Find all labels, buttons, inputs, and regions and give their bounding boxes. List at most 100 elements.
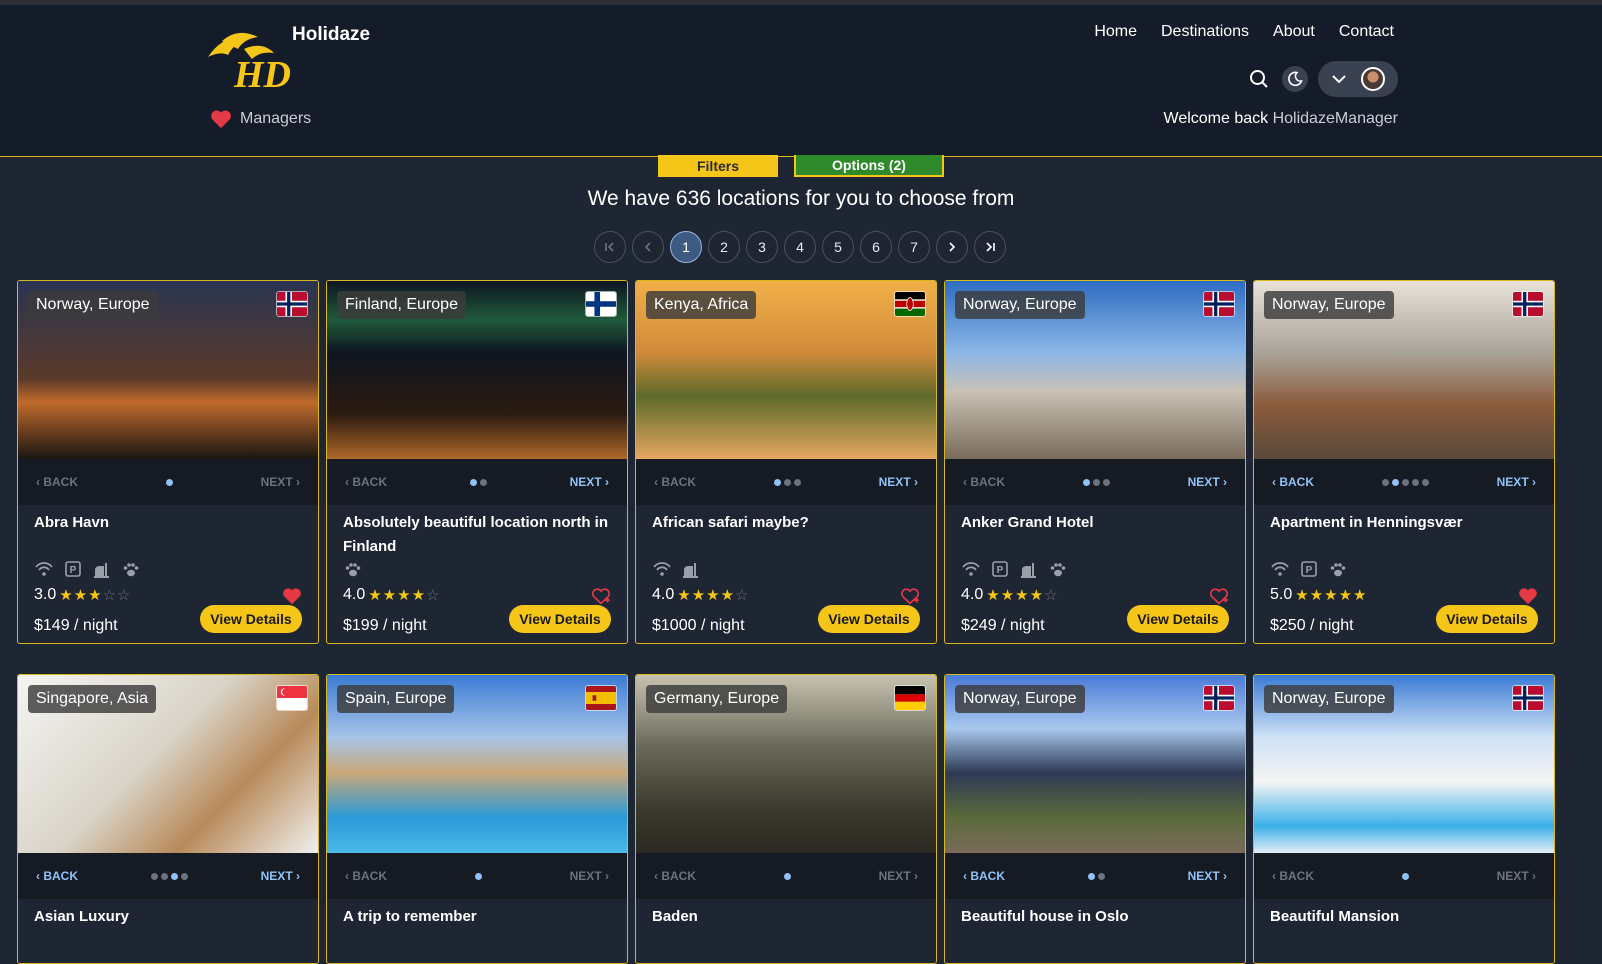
venue-card[interactable]: Norway, Europe ‹ BACK NEXT › Beautiful h… bbox=[944, 674, 1246, 964]
carousel-dot[interactable] bbox=[1401, 478, 1409, 486]
carousel-dot[interactable] bbox=[1401, 872, 1409, 880]
carousel-back-button[interactable]: ‹ BACK bbox=[345, 475, 387, 489]
venue-card[interactable]: Norway, Europe ‹ BACK NEXT › Abra Havn P… bbox=[17, 280, 319, 644]
wifi-icon bbox=[653, 562, 671, 576]
prev-page-button[interactable] bbox=[632, 231, 664, 263]
carousel-next-button[interactable]: NEXT › bbox=[261, 869, 300, 883]
venue-title[interactable]: Beautiful house in Oslo bbox=[961, 905, 1231, 929]
carousel-dot[interactable] bbox=[1092, 478, 1100, 486]
carousel-dot[interactable] bbox=[170, 872, 178, 880]
carousel-back-button[interactable]: ‹ BACK bbox=[36, 475, 78, 489]
nav-home[interactable]: Home bbox=[1094, 23, 1137, 41]
view-details-button[interactable]: View Details bbox=[509, 605, 611, 633]
venue-title[interactable]: Absolutely beautiful location north in F… bbox=[343, 511, 613, 559]
carousel-back-button[interactable]: ‹ BACK bbox=[654, 869, 696, 883]
venue-title[interactable]: Asian Luxury bbox=[34, 905, 304, 929]
add-favorite-icon[interactable] bbox=[1209, 587, 1229, 605]
add-favorite-icon[interactable] bbox=[591, 587, 611, 605]
venue-title[interactable]: African safari maybe? bbox=[652, 511, 922, 535]
carousel-next-button[interactable]: NEXT › bbox=[570, 475, 609, 489]
page-1-button[interactable]: 1 bbox=[670, 231, 702, 263]
nav-contact[interactable]: Contact bbox=[1339, 23, 1394, 41]
carousel-dot[interactable] bbox=[165, 478, 173, 486]
carousel-dot[interactable] bbox=[160, 872, 168, 880]
carousel-back-button[interactable]: ‹ BACK bbox=[654, 475, 696, 489]
favorite-heart-icon[interactable] bbox=[1518, 587, 1538, 605]
carousel-dot[interactable] bbox=[1082, 478, 1090, 486]
venue-card[interactable]: Norway, Europe ‹ BACK NEXT › Apartment i… bbox=[1253, 280, 1555, 644]
venue-card[interactable]: Kenya, Africa ‹ BACK NEXT › African safa… bbox=[635, 280, 937, 644]
venue-title[interactable]: Baden bbox=[652, 905, 922, 929]
brand-name[interactable]: Holidaze bbox=[292, 24, 370, 46]
venue-card[interactable]: Finland, Europe ‹ BACK NEXT › Absolutely… bbox=[326, 280, 628, 644]
carousel-dot[interactable] bbox=[793, 478, 801, 486]
venue-title[interactable]: Anker Grand Hotel bbox=[961, 511, 1231, 535]
search-button[interactable] bbox=[1246, 66, 1272, 92]
venue-title[interactable]: Apartment in Henningsvær bbox=[1270, 511, 1540, 535]
page-3-button[interactable]: 3 bbox=[746, 231, 778, 263]
theme-toggle-button[interactable] bbox=[1282, 66, 1308, 92]
carousel-next-button[interactable]: NEXT › bbox=[1188, 869, 1227, 883]
carousel-dot[interactable] bbox=[783, 872, 791, 880]
carousel-dot[interactable] bbox=[1102, 478, 1110, 486]
venue-card[interactable]: Singapore, Asia ‹ BACK NEXT › Asian Luxu… bbox=[17, 674, 319, 964]
favorite-heart-icon[interactable] bbox=[282, 587, 302, 605]
venue-card[interactable]: Spain, Europe ‹ BACK NEXT › A trip to re… bbox=[326, 674, 628, 964]
carousel-dot[interactable] bbox=[773, 478, 781, 486]
carousel-next-button[interactable]: NEXT › bbox=[879, 869, 918, 883]
add-favorite-icon[interactable] bbox=[900, 587, 920, 605]
venue-card[interactable]: Norway, Europe ‹ BACK NEXT › Beautiful M… bbox=[1253, 674, 1555, 964]
carousel-back-button[interactable]: ‹ BACK bbox=[963, 869, 1005, 883]
holidaze-logo[interactable]: HD bbox=[204, 27, 292, 93]
carousel-back-button[interactable]: ‹ BACK bbox=[1272, 475, 1314, 489]
view-details-button[interactable]: View Details bbox=[1436, 605, 1538, 633]
carousel-back-button[interactable]: ‹ BACK bbox=[345, 869, 387, 883]
view-details-button[interactable]: View Details bbox=[1127, 605, 1229, 633]
carousel-dot[interactable] bbox=[1381, 478, 1389, 486]
carousel-back-button[interactable]: ‹ BACK bbox=[963, 475, 1005, 489]
carousel-back-label: BACK bbox=[352, 475, 388, 489]
carousel-next-button[interactable]: NEXT › bbox=[1497, 869, 1536, 883]
nav-about[interactable]: About bbox=[1273, 23, 1315, 41]
carousel-dot[interactable] bbox=[1087, 872, 1095, 880]
page-2-button[interactable]: 2 bbox=[708, 231, 740, 263]
options-button[interactable]: Options (2) bbox=[794, 155, 944, 177]
venue-title[interactable]: Abra Havn bbox=[34, 511, 304, 535]
venue-title[interactable]: A trip to remember bbox=[343, 905, 613, 929]
filters-button[interactable]: Filters bbox=[658, 155, 778, 177]
carousel-dot[interactable] bbox=[1421, 478, 1429, 486]
carousel-next-button[interactable]: NEXT › bbox=[1497, 475, 1536, 489]
venue-title[interactable]: Beautiful Mansion bbox=[1270, 905, 1540, 929]
carousel-back-button[interactable]: ‹ BACK bbox=[36, 869, 78, 883]
page-4-button[interactable]: 4 bbox=[784, 231, 816, 263]
user-menu-button[interactable] bbox=[1318, 61, 1398, 97]
carousel-dot[interactable] bbox=[1097, 872, 1105, 880]
carousel-dot[interactable] bbox=[150, 872, 158, 880]
carousel-dot[interactable] bbox=[1391, 478, 1399, 486]
page-5-button[interactable]: 5 bbox=[822, 231, 854, 263]
view-details-button[interactable]: View Details bbox=[818, 605, 920, 633]
singapore-flag-icon bbox=[276, 685, 308, 711]
carousel-dot[interactable] bbox=[1411, 478, 1419, 486]
page-7-button[interactable]: 7 bbox=[898, 231, 930, 263]
carousel-next-button[interactable]: NEXT › bbox=[570, 869, 609, 883]
first-page-button[interactable] bbox=[594, 231, 626, 263]
last-page-button[interactable] bbox=[974, 231, 1006, 263]
nav-destinations[interactable]: Destinations bbox=[1161, 23, 1249, 41]
pets-icon bbox=[123, 563, 139, 577]
view-details-button[interactable]: View Details bbox=[200, 605, 302, 633]
venue-card[interactable]: Germany, Europe ‹ BACK NEXT › Baden bbox=[635, 674, 937, 964]
carousel-next-button[interactable]: NEXT › bbox=[879, 475, 918, 489]
carousel-back-button[interactable]: ‹ BACK bbox=[1272, 869, 1314, 883]
carousel-dot[interactable] bbox=[783, 478, 791, 486]
managers-link[interactable]: Managers bbox=[210, 109, 311, 129]
carousel-dot[interactable] bbox=[180, 872, 188, 880]
carousel-next-button[interactable]: NEXT › bbox=[261, 475, 300, 489]
carousel-dot[interactable] bbox=[479, 478, 487, 486]
carousel-dot[interactable] bbox=[469, 478, 477, 486]
carousel-next-button[interactable]: NEXT › bbox=[1188, 475, 1227, 489]
carousel-dot[interactable] bbox=[474, 872, 482, 880]
next-page-button[interactable] bbox=[936, 231, 968, 263]
page-6-button[interactable]: 6 bbox=[860, 231, 892, 263]
venue-card[interactable]: Norway, Europe ‹ BACK NEXT › Anker Grand… bbox=[944, 280, 1246, 644]
